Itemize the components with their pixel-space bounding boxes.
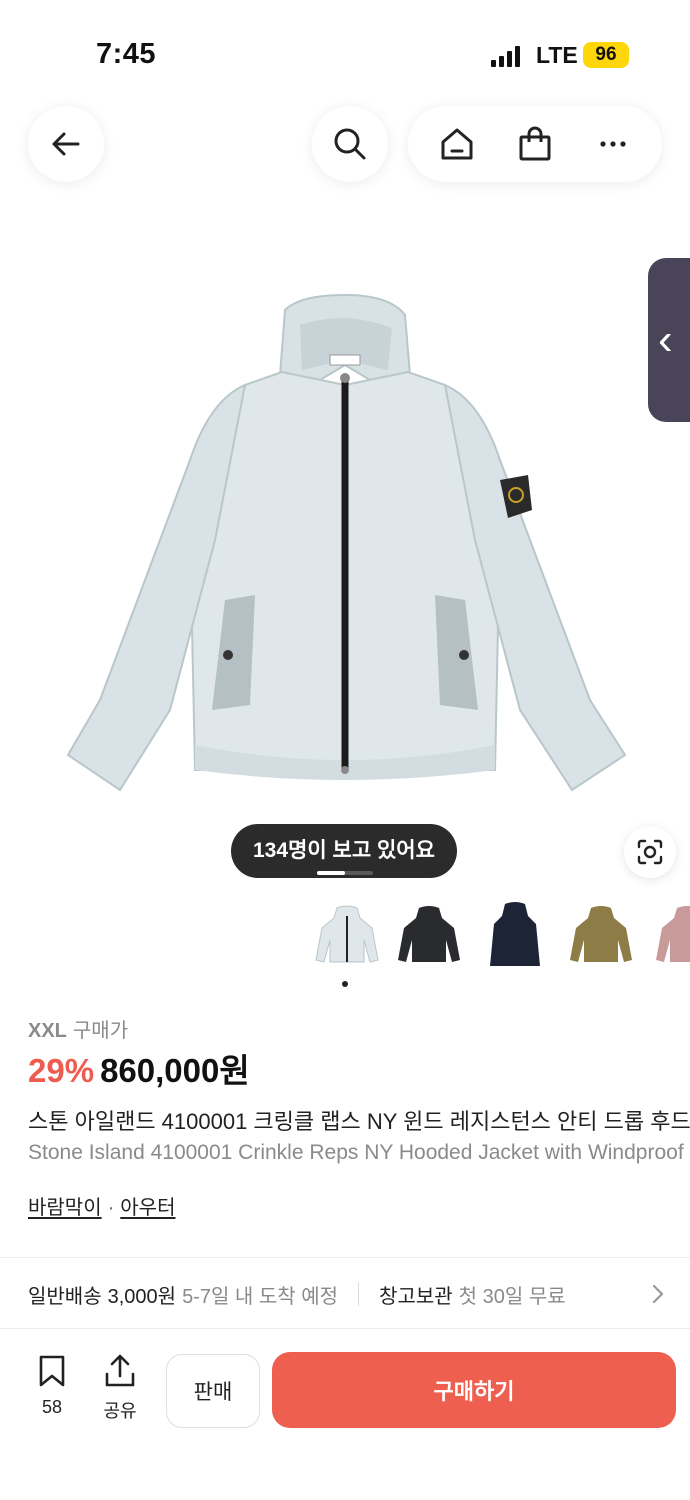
viewers-badge: 134명이 보고 있어요	[231, 824, 457, 878]
side-drawer-tab[interactable]: ‹	[648, 258, 690, 422]
bookmark-button[interactable]: 58	[30, 1354, 74, 1418]
thumbnail-olive[interactable]	[566, 900, 636, 970]
bottom-action-bar: 58 공유 판매 구매하기	[0, 1338, 690, 1500]
battery-badge: 96	[583, 42, 629, 68]
thumbnail-black[interactable]	[394, 900, 464, 970]
bookmark-icon	[39, 1355, 65, 1387]
price-line: 29% 860,000원	[28, 1044, 250, 1092]
share-icon	[105, 1354, 135, 1387]
arrow-left-icon	[52, 132, 80, 156]
status-bar: 7:45 LTE 96	[0, 0, 690, 110]
cart-button[interactable]	[505, 114, 565, 174]
price-value: 860,000원	[100, 1052, 250, 1089]
size-price-label: XXL 구매가	[28, 1014, 128, 1043]
jacket-illustration	[66, 293, 627, 792]
storage-label: 창고보관	[379, 1285, 453, 1308]
signal-icon	[491, 45, 520, 67]
share-label: 공유	[103, 1401, 137, 1421]
divider	[0, 1328, 690, 1329]
product-image[interactable]	[0, 200, 690, 890]
status-time: 7:45	[96, 38, 157, 70]
home-icon	[441, 128, 473, 160]
search-icon	[334, 128, 366, 160]
shipping-row[interactable]: 일반배송 3,000원 5-7일 내 도착 예정 창고보관 첫 30일 무료	[28, 1280, 668, 1308]
network-label: LTE	[536, 42, 578, 68]
price-label: 구매가	[72, 1020, 129, 1042]
image-search-button[interactable]	[624, 826, 676, 878]
category-separator: ·	[107, 1197, 115, 1219]
thumbnail-light-blue[interactable]	[312, 900, 382, 970]
product-title-kr: 스톤 아일랜드 4100001 크링클 랩스 NY 윈드 레지스턴스 안티 드롭…	[28, 1109, 690, 1134]
thumbnail-selected-dot	[342, 981, 348, 987]
thumbnail-navy[interactable]	[480, 900, 550, 970]
home-button[interactable]	[427, 114, 487, 174]
size-value: XXL	[28, 1020, 67, 1042]
shopping-bag-icon	[519, 126, 551, 161]
thumbnail-pink[interactable]	[652, 900, 690, 970]
more-button[interactable]	[583, 114, 643, 174]
nav-actions-group	[408, 106, 662, 182]
shipping-eta: 5-7일 내 도착 예정	[182, 1285, 339, 1308]
chevron-left-icon: ‹	[658, 315, 673, 364]
category-links: 바람막이 · 아우터	[28, 1191, 175, 1220]
shipping-normal-price: 3,000원	[107, 1285, 177, 1308]
color-thumbnails	[312, 900, 690, 974]
discount-rate: 29%	[28, 1052, 95, 1089]
lens-scan-icon	[637, 839, 663, 865]
search-button[interactable]	[312, 106, 388, 182]
share-button[interactable]: 공유	[98, 1354, 142, 1423]
divider	[0, 1257, 690, 1258]
product-title-en: Stone Island 4100001 Crinkle Reps NY Hoo…	[28, 1141, 684, 1164]
back-button[interactable]	[28, 106, 104, 182]
shipping-normal-label: 일반배송	[28, 1285, 102, 1308]
category-link-windbreaker[interactable]: 바람막이	[28, 1197, 102, 1219]
chevron-right-icon	[652, 1284, 664, 1304]
storage-promo: 첫 30일 무료	[458, 1285, 566, 1308]
bookmark-count: 58	[41, 1397, 63, 1417]
shipping-separator	[358, 1282, 360, 1306]
sell-button[interactable]: 판매	[166, 1354, 260, 1428]
more-horizontal-icon	[600, 141, 626, 147]
buy-button[interactable]: 구매하기	[272, 1352, 676, 1428]
image-page-indicator	[317, 871, 373, 875]
category-link-outer[interactable]: 아우터	[120, 1197, 175, 1219]
